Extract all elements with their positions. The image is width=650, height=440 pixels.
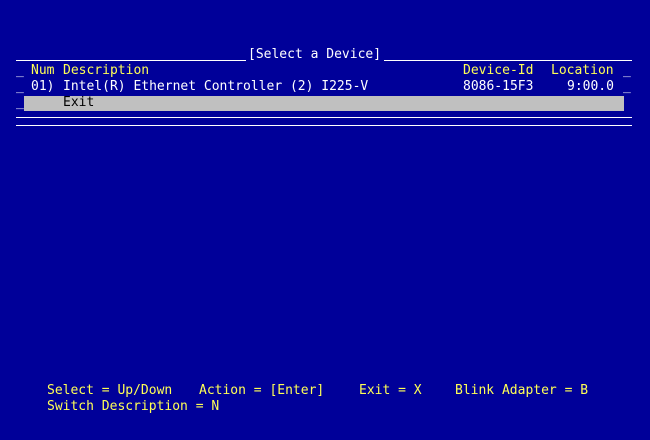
help-blink-adapter: Blink Adapter = B <box>455 383 589 398</box>
title-rule-right <box>384 60 632 61</box>
header-description: Description <box>63 63 150 78</box>
exit-left-marker: _ <box>16 95 24 110</box>
header-device-id: Device-Id <box>463 63 534 78</box>
row-right-marker: _ <box>623 79 631 94</box>
help-action: Action = [Enter] <box>199 383 325 398</box>
separator-line-2 <box>16 125 632 126</box>
exit-label: Exit <box>63 95 95 110</box>
bios-screen: [Select a Device] _ Num Description Devi… <box>0 0 650 440</box>
row-left-marker: _ <box>16 79 24 94</box>
header-right-marker: _ <box>623 63 631 78</box>
device-location: 9:00.0 <box>567 79 614 94</box>
header-left-marker: _ <box>16 63 24 78</box>
device-description: Intel(R) Ethernet Controller (2) I225-V <box>63 79 369 94</box>
title-rule-left <box>16 60 246 61</box>
page-title: [Select a Device] <box>248 47 382 62</box>
header-num: Num <box>31 63 55 78</box>
help-exit: Exit = X <box>359 383 422 398</box>
help-select: Select = Up/Down <box>47 383 173 398</box>
device-id: 8086-15F3 <box>463 79 534 94</box>
help-switch-description: Switch Description = N <box>47 399 220 414</box>
separator-line-1 <box>16 117 632 118</box>
header-location: Location <box>551 63 614 78</box>
device-num: 01) <box>31 79 55 94</box>
exit-menu-item[interactable]: Exit <box>24 95 624 111</box>
